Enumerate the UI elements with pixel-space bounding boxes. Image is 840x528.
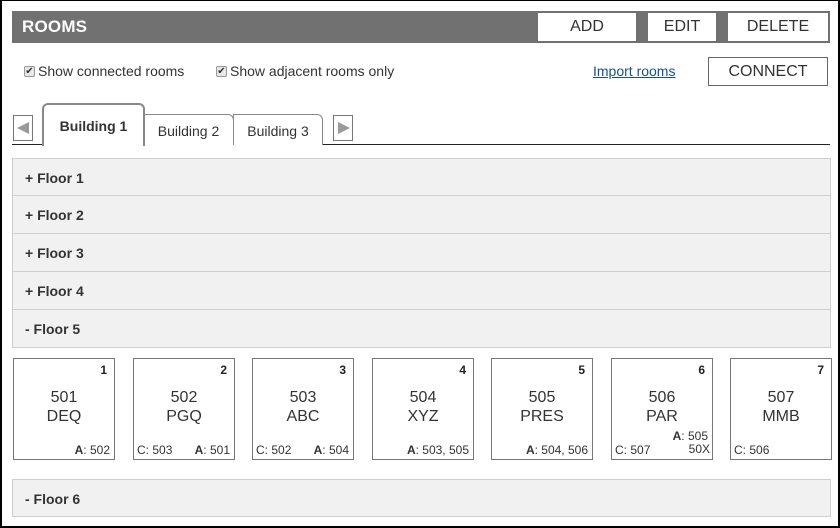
room-card[interactable]: 4 504 XYZ A: 503, 505 <box>372 358 474 460</box>
room-number: 507 <box>767 389 795 406</box>
separator: : <box>203 443 210 457</box>
adjacent-rooms: A: 504 <box>314 443 349 457</box>
adjacent-value: 505 <box>687 429 708 443</box>
add-button[interactable]: ADD <box>538 13 636 41</box>
connected-value: 506 <box>749 443 770 457</box>
room-index: 7 <box>817 363 824 377</box>
connected-rooms: C: 507 <box>615 443 650 457</box>
triangle-right-icon <box>338 122 350 134</box>
triangle-left-icon <box>17 122 29 134</box>
connected-rooms: C: 506 <box>734 443 769 457</box>
connected-rooms: C: 503 <box>137 443 172 457</box>
room-extra: 50X <box>688 442 710 456</box>
show-connected-rooms-checkbox[interactable]: ✔ Show connected rooms <box>24 63 184 79</box>
tabs-next-button[interactable] <box>333 115 353 141</box>
room-name: XYZ <box>407 408 439 425</box>
adjacent-rooms: A: 503, 505 <box>407 443 469 457</box>
separator: : <box>322 443 329 457</box>
tab-building-1[interactable]: Building 1 <box>42 103 145 146</box>
connected-label: C <box>256 443 265 457</box>
adjacent-value: 502 <box>89 443 110 457</box>
adjacent-rooms: A: 501 <box>195 443 230 457</box>
room-index: 3 <box>339 363 346 377</box>
adjacent-value: 501 <box>209 443 230 457</box>
room-name: PGQ <box>166 408 202 425</box>
floor-4-header[interactable]: + Floor 4 <box>12 272 831 310</box>
room-number: 501 <box>50 389 78 406</box>
floor-5-rooms: 1 501 DEQ A: 502 2 502 PGQ C: 503 A: 501 3 503 ABC C… <box>12 358 832 461</box>
checkbox-checked-icon[interactable]: ✔ <box>24 65 35 77</box>
room-number: 503 <box>289 389 317 406</box>
building-tabs: Building 1 Building 2 Building 3 <box>12 103 830 146</box>
adjacent-label: A <box>313 443 323 457</box>
checkbox-checked-icon[interactable]: ✔ <box>216 65 227 77</box>
adjacent-value: 504 <box>328 443 349 457</box>
adjacent-value: 504, 506 <box>541 443 588 457</box>
rooms-header: ROOMS ADD EDIT DELETE <box>12 11 830 43</box>
room-number: 504 <box>409 389 437 406</box>
floor-5-header[interactable]: - Floor 5 <box>12 310 831 348</box>
connected-label: C <box>734 443 743 457</box>
room-name: PAR <box>646 408 678 425</box>
adjacent-rooms: A: 502 <box>75 443 110 457</box>
tab-building-3[interactable]: Building 3 <box>233 114 323 145</box>
connected-label: C <box>137 443 146 457</box>
room-index: 5 <box>578 363 585 377</box>
room-number: 502 <box>170 389 198 406</box>
show-adjacent-rooms-checkbox[interactable]: ✔ Show adjacent rooms only <box>216 63 394 79</box>
room-card[interactable]: 1 501 DEQ A: 502 <box>13 358 115 460</box>
delete-button[interactable]: DELETE <box>728 13 828 41</box>
room-card[interactable]: 3 503 ABC C: 502 A: 504 <box>252 358 354 460</box>
adjacent-label: A <box>672 429 682 443</box>
room-name: DEQ <box>46 408 82 425</box>
adjacent-label: A <box>525 443 535 457</box>
adjacent-value: 503, 505 <box>422 443 469 457</box>
room-card[interactable]: 6 506 PAR C: 507 A: 505 50X <box>611 358 713 460</box>
room-name: MMB <box>762 408 800 425</box>
room-index: 4 <box>459 363 466 377</box>
connected-rooms: C: 502 <box>256 443 291 457</box>
room-index: 6 <box>698 363 705 377</box>
import-rooms-link[interactable]: Import rooms <box>593 63 675 79</box>
adjacent-rooms: A: 505 <box>673 429 708 443</box>
adjacent-label: A <box>194 443 204 457</box>
tab-building-2[interactable]: Building 2 <box>144 114 234 145</box>
room-number: 506 <box>648 389 676 406</box>
floor-6-header[interactable]: - Floor 6 <box>12 479 831 517</box>
floor-3-header[interactable]: + Floor 3 <box>12 234 831 272</box>
tabs-prev-button[interactable] <box>13 115 33 141</box>
floor-1-header[interactable]: + Floor 1 <box>12 158 831 196</box>
adjacent-rooms: A: 504, 506 <box>526 443 588 457</box>
floor-6-section: - Floor 6 <box>12 479 831 517</box>
room-name: ABC <box>286 408 320 425</box>
room-card[interactable]: 7 507 MMB C: 506 <box>730 358 832 460</box>
room-card[interactable]: 2 502 PGQ C: 503 A: 501 <box>133 358 235 460</box>
show-adjacent-rooms-label: Show adjacent rooms only <box>230 63 395 79</box>
room-card[interactable]: 5 505 PRES A: 504, 506 <box>491 358 593 460</box>
connected-value: 503 <box>152 443 173 457</box>
connect-button[interactable]: CONNECT <box>708 57 828 86</box>
floor-2-header[interactable]: + Floor 2 <box>12 196 831 234</box>
connected-value: 502 <box>271 443 292 457</box>
separator: : <box>681 429 688 443</box>
show-connected-rooms-label: Show connected rooms <box>38 63 185 79</box>
adjacent-label: A <box>406 443 416 457</box>
adjacent-label: A <box>74 443 84 457</box>
room-index: 2 <box>220 363 227 377</box>
room-index: 1 <box>100 363 107 377</box>
page-title: ROOMS <box>22 17 88 36</box>
floor-list: + Floor 1 + Floor 2 + Floor 3 + Floor 4 … <box>12 158 831 348</box>
room-number: 505 <box>528 389 556 406</box>
connected-value: 507 <box>630 443 651 457</box>
connected-label: C <box>615 443 624 457</box>
edit-button[interactable]: EDIT <box>648 13 716 41</box>
separator: : <box>83 443 90 457</box>
room-name: PRES <box>520 408 564 425</box>
